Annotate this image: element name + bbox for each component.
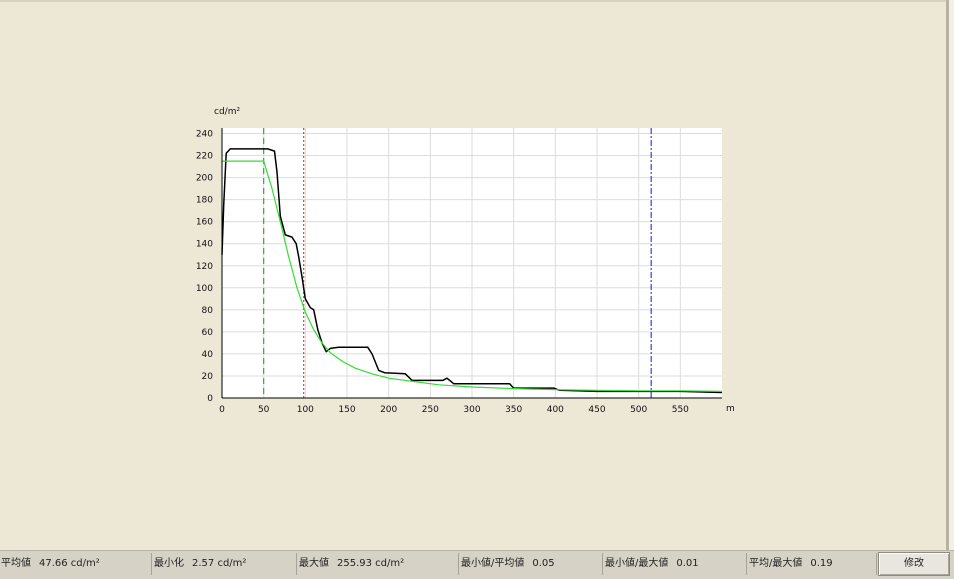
min-max-ratio-label: 最小値/最大値 (605, 558, 669, 569)
average-value: 47.66 cd/m² (39, 558, 100, 569)
y-tick-label: 180 (196, 196, 213, 206)
y-tick-label: 120 (196, 262, 213, 272)
y-tick-label: 0 (207, 394, 213, 404)
y-tick-labels: 0 20 40 60 80 100 120 140 160 180 200 220 240 (196, 130, 213, 404)
x-tick-label: 400 (547, 405, 564, 415)
x-tick-label: 200 (380, 405, 397, 415)
x-axis-unit-label: m (726, 404, 735, 414)
x-tick-label: 50 (258, 405, 270, 415)
status-bar: 平均値 47.66 cd/m² 最小化 2.57 cd/m² 最大値 255.93 c… (0, 550, 954, 579)
x-tick-label: 0 (219, 405, 225, 415)
x-tick-label: 550 (672, 405, 689, 415)
maximum-value: 255.93 cd/m² (337, 558, 405, 569)
status-min-max-ratio: 最小値/最大値 0.01 (604, 553, 747, 575)
y-tick-label: 220 (196, 152, 213, 162)
status-maximum: 最大値 255.93 cd/m² (298, 553, 459, 575)
y-tick-label: 20 (202, 372, 214, 382)
status-minimum: 最小化 2.57 cd/m² (153, 553, 297, 575)
status-avg-max-ratio: 平均/最大値 0.19 (748, 553, 877, 575)
luminance-chart: 0 50 100 150 200 250 300 350 400 450 500 550 0 20 40 6… (196, 107, 735, 415)
y-tick-label: 40 (202, 350, 214, 360)
maximum-label: 最大値 (299, 558, 329, 569)
x-tick-label: 350 (505, 405, 522, 415)
y-tick-label: 240 (196, 130, 213, 140)
average-label: 平均値 (1, 558, 31, 569)
y-tick-label: 100 (196, 284, 213, 294)
x-tick-label: 500 (630, 405, 647, 415)
y-tick-label: 60 (202, 328, 214, 338)
avg-max-ratio-label: 平均/最大値 (749, 558, 803, 569)
x-tick-label: 150 (338, 405, 355, 415)
status-average: 平均値 47.66 cd/m² (0, 553, 152, 575)
minimum-value: 2.57 cd/m² (192, 558, 247, 569)
y-tick-label: 140 (196, 240, 213, 250)
minimum-label: 最小化 (154, 558, 184, 569)
x-tick-label: 250 (422, 405, 439, 415)
y-tick-label: 200 (196, 174, 213, 184)
y-axis-unit-label: cd/m² (214, 107, 240, 117)
y-tick-label: 80 (202, 306, 214, 316)
x-tick-label: 450 (588, 405, 605, 415)
x-tick-label: 100 (297, 405, 314, 415)
x-tick-label: 300 (463, 405, 480, 415)
x-tick-labels: 0 50 100 150 200 250 300 350 400 450 500 550 (219, 405, 689, 415)
min-max-ratio-value: 0.01 (676, 558, 699, 569)
min-average-ratio-label: 最小値/平均値 (461, 558, 525, 569)
y-tick-label: 160 (196, 218, 213, 228)
avg-max-ratio-value: 0.19 (810, 558, 833, 569)
edit-button[interactable]: 修改 (878, 552, 950, 576)
status-min-average-ratio: 最小値/平均値 0.05 (460, 553, 603, 575)
min-average-ratio-value: 0.05 (532, 558, 555, 569)
